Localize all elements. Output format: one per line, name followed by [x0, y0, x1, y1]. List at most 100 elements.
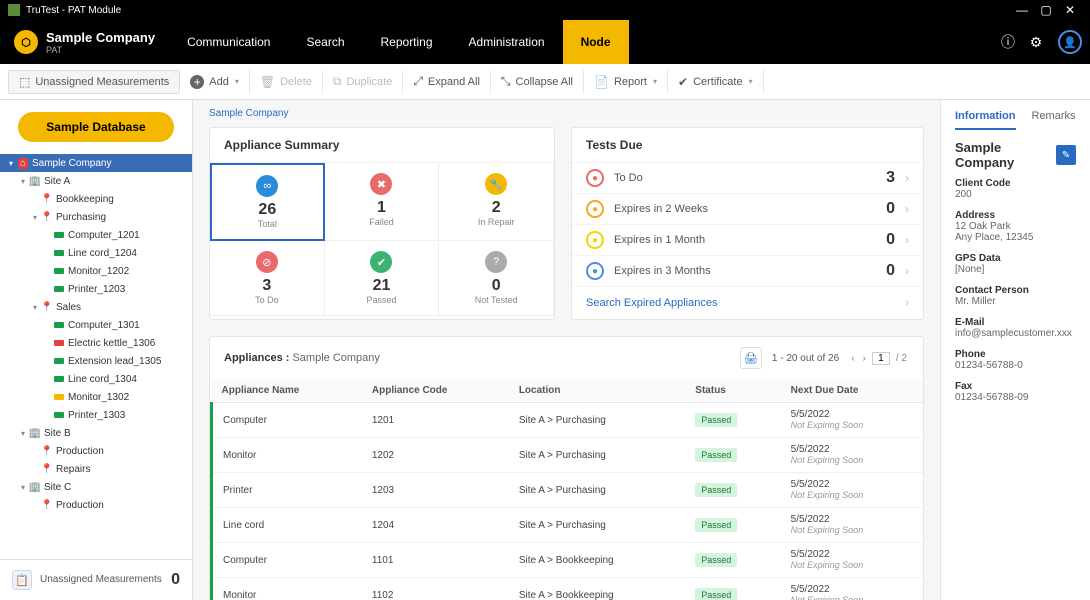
- col-header[interactable]: Status: [685, 379, 780, 403]
- tree-node[interactable]: Monitor_1202: [0, 262, 192, 280]
- minimize-button[interactable]: —: [1010, 3, 1034, 17]
- brand-icon: ⬡: [14, 30, 38, 54]
- tree-node[interactable]: ▾🏢Site B: [0, 424, 192, 442]
- tests-due-card: Tests Due ●To Do3›●Expires in 2 Weeks0›●…: [571, 127, 924, 320]
- info-field: Phone01234-56788-0: [955, 349, 1076, 371]
- table-row[interactable]: Monitor1202Site A > PurchasingPassed5/5/…: [212, 438, 924, 473]
- maximize-button[interactable]: ▢: [1034, 3, 1058, 17]
- info-panel: Information Remarks Sample Company ✎ Cli…: [940, 100, 1090, 600]
- summary-failed[interactable]: ✖1Failed: [325, 163, 440, 241]
- tree-node[interactable]: 📍Production: [0, 442, 192, 460]
- menu-administration[interactable]: Administration: [451, 20, 563, 64]
- info-field: GPS Data[None]: [955, 253, 1076, 275]
- table-row[interactable]: Printer1203Site A > PurchasingPassed5/5/…: [212, 473, 924, 508]
- brand-name: Sample Company: [46, 30, 155, 45]
- menu-communication[interactable]: Communication: [169, 20, 288, 64]
- page-total: / 2: [894, 353, 909, 364]
- customer-tree[interactable]: ▾⌂Sample Company▾🏢Site A📍Bookkeeping▾📍Pu…: [0, 154, 192, 559]
- tree-node[interactable]: Extension lead_1305: [0, 352, 192, 370]
- info-field: E-Mailinfo@samplecustomer.xxx: [955, 317, 1076, 339]
- menu-reporting[interactable]: Reporting: [363, 20, 451, 64]
- report-button[interactable]: 📄Report▾: [584, 70, 668, 94]
- test-due-row[interactable]: ●Expires in 3 Months0›: [572, 256, 923, 287]
- tree-node[interactable]: Electric kettle_1306: [0, 334, 192, 352]
- certificate-button[interactable]: ✔Certificate▾: [668, 70, 764, 94]
- menu-node[interactable]: Node: [563, 20, 629, 64]
- summary-in-repair[interactable]: 🔧2In Repair: [439, 163, 554, 241]
- test-due-row[interactable]: ●To Do3›: [572, 163, 923, 194]
- pager-prev[interactable]: ‹: [849, 353, 856, 364]
- page-info: 1 - 20 out of 26: [772, 353, 839, 364]
- print-button[interactable]: 🖨: [740, 347, 762, 369]
- pager-next[interactable]: ›: [861, 353, 868, 364]
- col-header[interactable]: Appliance Name: [212, 379, 362, 403]
- app-logo: [8, 4, 20, 16]
- duplicate-button: ⧉Duplicate: [323, 70, 403, 94]
- close-button[interactable]: ✕: [1058, 3, 1082, 17]
- summary-passed[interactable]: ✔21Passed: [325, 241, 440, 316]
- table-row[interactable]: Computer1201Site A > PurchasingPassed5/5…: [212, 403, 924, 438]
- appliance-summary-card: Appliance Summary ∞26Total✖1Failed🔧2In R…: [209, 127, 555, 320]
- summary-to-do[interactable]: ⊘3To Do: [210, 241, 325, 316]
- tree-node[interactable]: ▾⌂Sample Company: [0, 154, 192, 172]
- info-field: Address12 Oak ParkAny Place, 12345: [955, 210, 1076, 243]
- tab-information[interactable]: Information: [955, 110, 1016, 130]
- summary-total[interactable]: ∞26Total: [210, 163, 325, 241]
- unassigned-label: Unassigned Measurements: [40, 574, 171, 586]
- brand-sub: PAT: [46, 45, 155, 55]
- tree-node[interactable]: Line cord_1204: [0, 244, 192, 262]
- col-header[interactable]: Appliance Code: [362, 379, 509, 403]
- unassigned-measurements-button[interactable]: ⬚Unassigned Measurements: [8, 70, 180, 94]
- tab-remarks[interactable]: Remarks: [1032, 110, 1076, 130]
- search-expired-link[interactable]: Search Expired Appliances›: [572, 287, 923, 319]
- clipboard-icon: 📋: [12, 570, 32, 590]
- breadcrumb-link[interactable]: Sample Company: [209, 108, 288, 119]
- unassigned-panel[interactable]: 📋 Unassigned Measurements 0: [0, 559, 192, 600]
- summary-title: Appliance Summary: [210, 128, 554, 163]
- help-icon[interactable]: ⓘ: [994, 32, 1022, 52]
- table-row[interactable]: Monitor1102Site A > BookkeepingPassed5/5…: [212, 578, 924, 600]
- edit-button[interactable]: ✎: [1056, 145, 1076, 165]
- page-input[interactable]: [872, 352, 890, 365]
- info-field: Fax01234-56788-09: [955, 381, 1076, 403]
- summary-not-tested[interactable]: ?0Not Tested: [439, 241, 554, 316]
- tree-node[interactable]: ▾🏢Site A: [0, 172, 192, 190]
- table-row[interactable]: Line cord1204Site A > PurchasingPassed5/…: [212, 508, 924, 543]
- tree-node[interactable]: ▾📍Purchasing: [0, 208, 192, 226]
- col-header[interactable]: Next Due Date: [781, 379, 923, 403]
- expand-all-button[interactable]: ⤢Expand All: [403, 70, 491, 94]
- appliances-table-card: Appliances : Sample Company 🖨 1 - 20 out…: [209, 336, 924, 600]
- delete-button: 🗑Delete: [250, 70, 323, 94]
- chevron-right-icon: ›: [905, 297, 909, 309]
- tree-node[interactable]: Line cord_1304: [0, 370, 192, 388]
- table-row[interactable]: Computer1101Site A > BookkeepingPassed5/…: [212, 543, 924, 578]
- tree-node[interactable]: Printer_1203: [0, 280, 192, 298]
- tree-node[interactable]: ▾📍Sales: [0, 298, 192, 316]
- table-title: Appliances :: [224, 352, 289, 364]
- info-field: Client Code200: [955, 178, 1076, 200]
- breadcrumb: Sample Company: [193, 100, 940, 127]
- user-avatar[interactable]: 👤: [1058, 30, 1082, 54]
- tree-node[interactable]: Monitor_1302: [0, 388, 192, 406]
- tests-due-title: Tests Due: [572, 128, 923, 163]
- window-title: TruTest - PAT Module: [26, 5, 121, 16]
- unassigned-count: 0: [171, 571, 180, 589]
- tree-node[interactable]: 📍Production: [0, 496, 192, 514]
- tree-node[interactable]: 📍Bookkeeping: [0, 190, 192, 208]
- tree-node[interactable]: Computer_1301: [0, 316, 192, 334]
- tree-node[interactable]: ▾🏢Site C: [0, 478, 192, 496]
- info-title: Sample Company: [955, 140, 1056, 170]
- test-due-row[interactable]: ●Expires in 2 Weeks0›: [572, 194, 923, 225]
- add-button[interactable]: +Add▾: [180, 70, 250, 94]
- test-due-row[interactable]: ●Expires in 1 Month0›: [572, 225, 923, 256]
- info-field: Contact PersonMr. Miller: [955, 285, 1076, 307]
- menu-search[interactable]: Search: [288, 20, 362, 64]
- tree-node[interactable]: Printer_1303: [0, 406, 192, 424]
- table-subtitle: Sample Company: [292, 352, 379, 364]
- tree-node[interactable]: 📍Repairs: [0, 460, 192, 478]
- tree-node[interactable]: Computer_1201: [0, 226, 192, 244]
- database-button[interactable]: Sample Database: [18, 112, 174, 142]
- settings-icon[interactable]: ⚙: [1022, 34, 1050, 51]
- col-header[interactable]: Location: [509, 379, 685, 403]
- collapse-all-button[interactable]: ⤡Collapse All: [491, 70, 584, 94]
